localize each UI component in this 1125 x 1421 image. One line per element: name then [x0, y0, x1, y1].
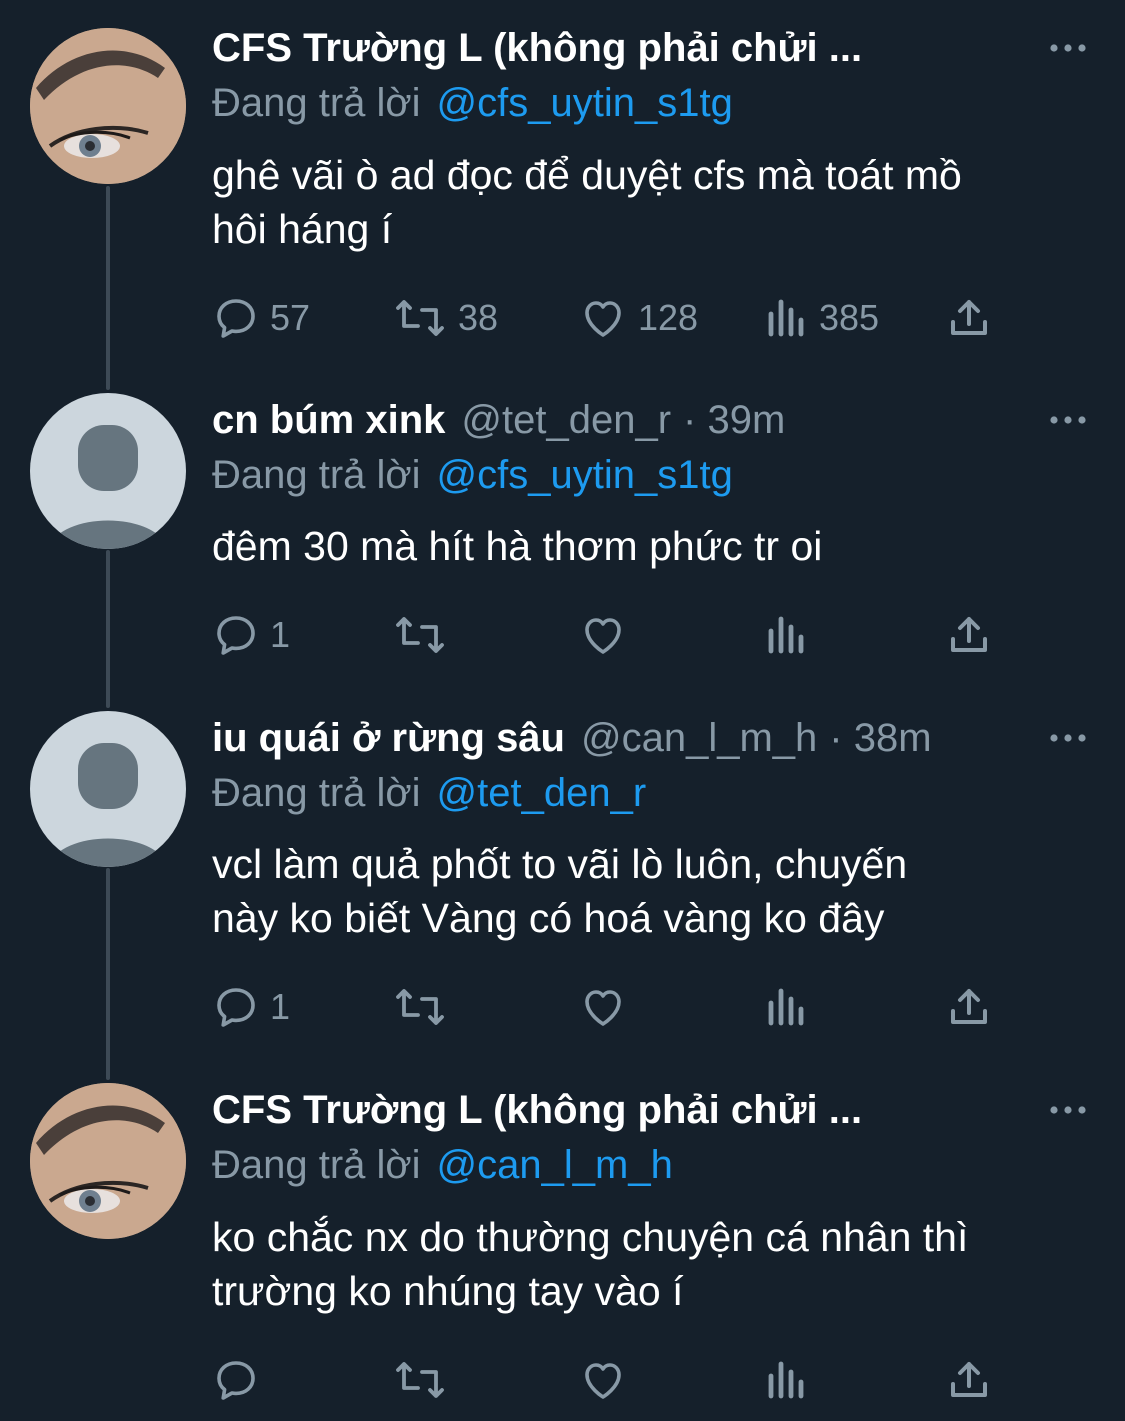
more-icon[interactable] — [1043, 1090, 1093, 1130]
reply-button[interactable]: 1 — [212, 605, 290, 665]
replying-to-label: Đang trả lời — [212, 1143, 421, 1187]
share-button[interactable] — [945, 1350, 993, 1410]
retweet-button[interactable] — [392, 605, 448, 665]
like-icon — [578, 611, 628, 659]
mention-link[interactable]: @tet_den_r — [437, 771, 647, 815]
tweet-text: ko chắc nx do thường chuyện cá nhân thì t… — [212, 1210, 1092, 1318]
timestamp[interactable]: · 39m — [683, 398, 785, 442]
display-name[interactable]: CFS Trường L (không phải chửi ... — [212, 26, 862, 70]
thread-connector — [106, 186, 110, 390]
more-icon[interactable] — [1043, 28, 1093, 68]
replying-to: Đang trả lời @cfs_uytin_s1tg — [212, 447, 733, 503]
reply-button[interactable] — [212, 1350, 260, 1410]
avatar[interactable] — [30, 393, 186, 549]
more-icon[interactable] — [1043, 400, 1093, 440]
share-icon — [945, 294, 993, 342]
share-icon — [945, 1356, 993, 1404]
views-icon — [765, 1356, 809, 1404]
tweet-text: ghê vãi ò ad đọc để duyệt cfs mà toát mồ… — [212, 148, 1092, 256]
retweet-button[interactable]: 38 — [392, 288, 498, 348]
reply-icon — [212, 611, 260, 659]
reply-button[interactable]: 57 — [212, 288, 310, 348]
share-icon — [945, 983, 993, 1031]
tweet-text-line: ghê vãi ò ad đọc để duyệt cfs mà toát mồ — [212, 152, 962, 198]
tweet-text-line: trường ko nhúng tay vào í — [212, 1268, 684, 1314]
tweet-actions: 57 38 128 385 — [212, 288, 1012, 348]
views-count: 385 — [819, 297, 880, 338]
like-icon — [578, 1356, 628, 1404]
tweet-text-line: đêm 30 mà hít hà thơm phức tr oi — [212, 523, 823, 569]
more-icon[interactable] — [1043, 718, 1093, 758]
retweet-icon — [392, 983, 448, 1031]
tweet-actions: 1 — [212, 977, 1012, 1037]
timestamp[interactable]: · 38m — [829, 716, 931, 760]
avatar[interactable] — [30, 28, 186, 184]
views-button[interactable] — [765, 977, 809, 1037]
like-button[interactable] — [578, 977, 628, 1037]
like-count: 128 — [638, 297, 699, 338]
retweet-icon — [392, 611, 448, 659]
views-button[interactable] — [765, 605, 809, 665]
reply-button[interactable]: 1 — [212, 977, 290, 1037]
like-button[interactable] — [578, 1350, 628, 1410]
like-button[interactable] — [578, 605, 628, 665]
mention-link[interactable]: @cfs_uytin_s1tg — [437, 453, 733, 497]
share-button[interactable] — [945, 288, 993, 348]
thread-connector — [106, 868, 110, 1080]
retweet-icon — [392, 1356, 448, 1404]
replying-to: Đang trả lời @tet_den_r — [212, 765, 646, 821]
tweet-header: CFS Trường L (không phải chửi ... — [212, 18, 1045, 78]
tweet-text-line: ko chắc nx do thường chuyện cá nhân thì — [212, 1214, 969, 1260]
share-button[interactable] — [945, 605, 993, 665]
user-handle[interactable]: @tet_den_r — [461, 398, 671, 442]
views-button[interactable] — [765, 1350, 809, 1410]
tweet-text: đêm 30 mà hít hà thơm phức tr oi — [212, 519, 1092, 573]
avatar[interactable] — [30, 1083, 186, 1239]
share-icon — [945, 611, 993, 659]
display-name[interactable]: CFS Trường L (không phải chửi ... — [212, 1088, 862, 1132]
tweet-thread: CFS Trường L (không phải chửi ... Đang tr… — [0, 0, 1125, 1421]
replying-to: Đang trả lời @can_l_m_h — [212, 1137, 673, 1193]
tweet-header: CFS Trường L (không phải chửi ... — [212, 1080, 1045, 1140]
reply-count: 1 — [270, 614, 291, 655]
user-handle[interactable]: @can_l_m_h — [581, 716, 817, 760]
views-icon — [765, 611, 809, 659]
display-name[interactable]: iu quái ở rừng sâu — [212, 716, 565, 760]
like-icon — [578, 294, 628, 342]
tweet-header: cn búm xink @tet_den_r · 39m — [212, 390, 1045, 450]
mention-link[interactable]: @cfs_uytin_s1tg — [437, 81, 733, 125]
views-button[interactable]: 385 — [765, 288, 879, 348]
avatar[interactable] — [30, 711, 186, 867]
tweet-actions — [212, 1350, 1012, 1410]
reply-icon — [212, 294, 260, 342]
share-button[interactable] — [945, 977, 993, 1037]
display-name[interactable]: cn búm xink — [212, 398, 445, 442]
tweet-text-line: hôi háng í — [212, 206, 393, 252]
retweet-button[interactable] — [392, 1350, 448, 1410]
views-icon — [765, 983, 809, 1031]
views-icon — [765, 294, 809, 342]
reply-icon — [212, 983, 260, 1031]
reply-icon — [212, 1356, 260, 1404]
tweet-text-line: này ko biết Vàng có hoá vàng ko đây — [212, 895, 885, 941]
tweet-text-line: vcl làm quả phốt to vãi lò luôn, chuyến — [212, 841, 908, 887]
tweet-actions: 1 — [212, 605, 1012, 665]
like-icon — [578, 983, 628, 1031]
replying-to-label: Đang trả lời — [212, 453, 421, 497]
reply-count: 1 — [270, 986, 291, 1027]
thread-connector — [106, 550, 110, 708]
mention-link[interactable]: @can_l_m_h — [437, 1143, 673, 1187]
replying-to-label: Đang trả lời — [212, 771, 421, 815]
like-button[interactable]: 128 — [578, 288, 698, 348]
replying-to-label: Đang trả lời — [212, 81, 421, 125]
tweet-text: vcl làm quả phốt to vãi lò luôn, chuyến n… — [212, 837, 1092, 945]
reply-count: 57 — [270, 297, 311, 338]
retweet-count: 38 — [458, 297, 499, 338]
replying-to: Đang trả lời @cfs_uytin_s1tg — [212, 75, 733, 131]
retweet-button[interactable] — [392, 977, 448, 1037]
retweet-icon — [392, 294, 448, 342]
tweet-header: iu quái ở rừng sâu @can_l_m_h · 38m — [212, 708, 1045, 768]
